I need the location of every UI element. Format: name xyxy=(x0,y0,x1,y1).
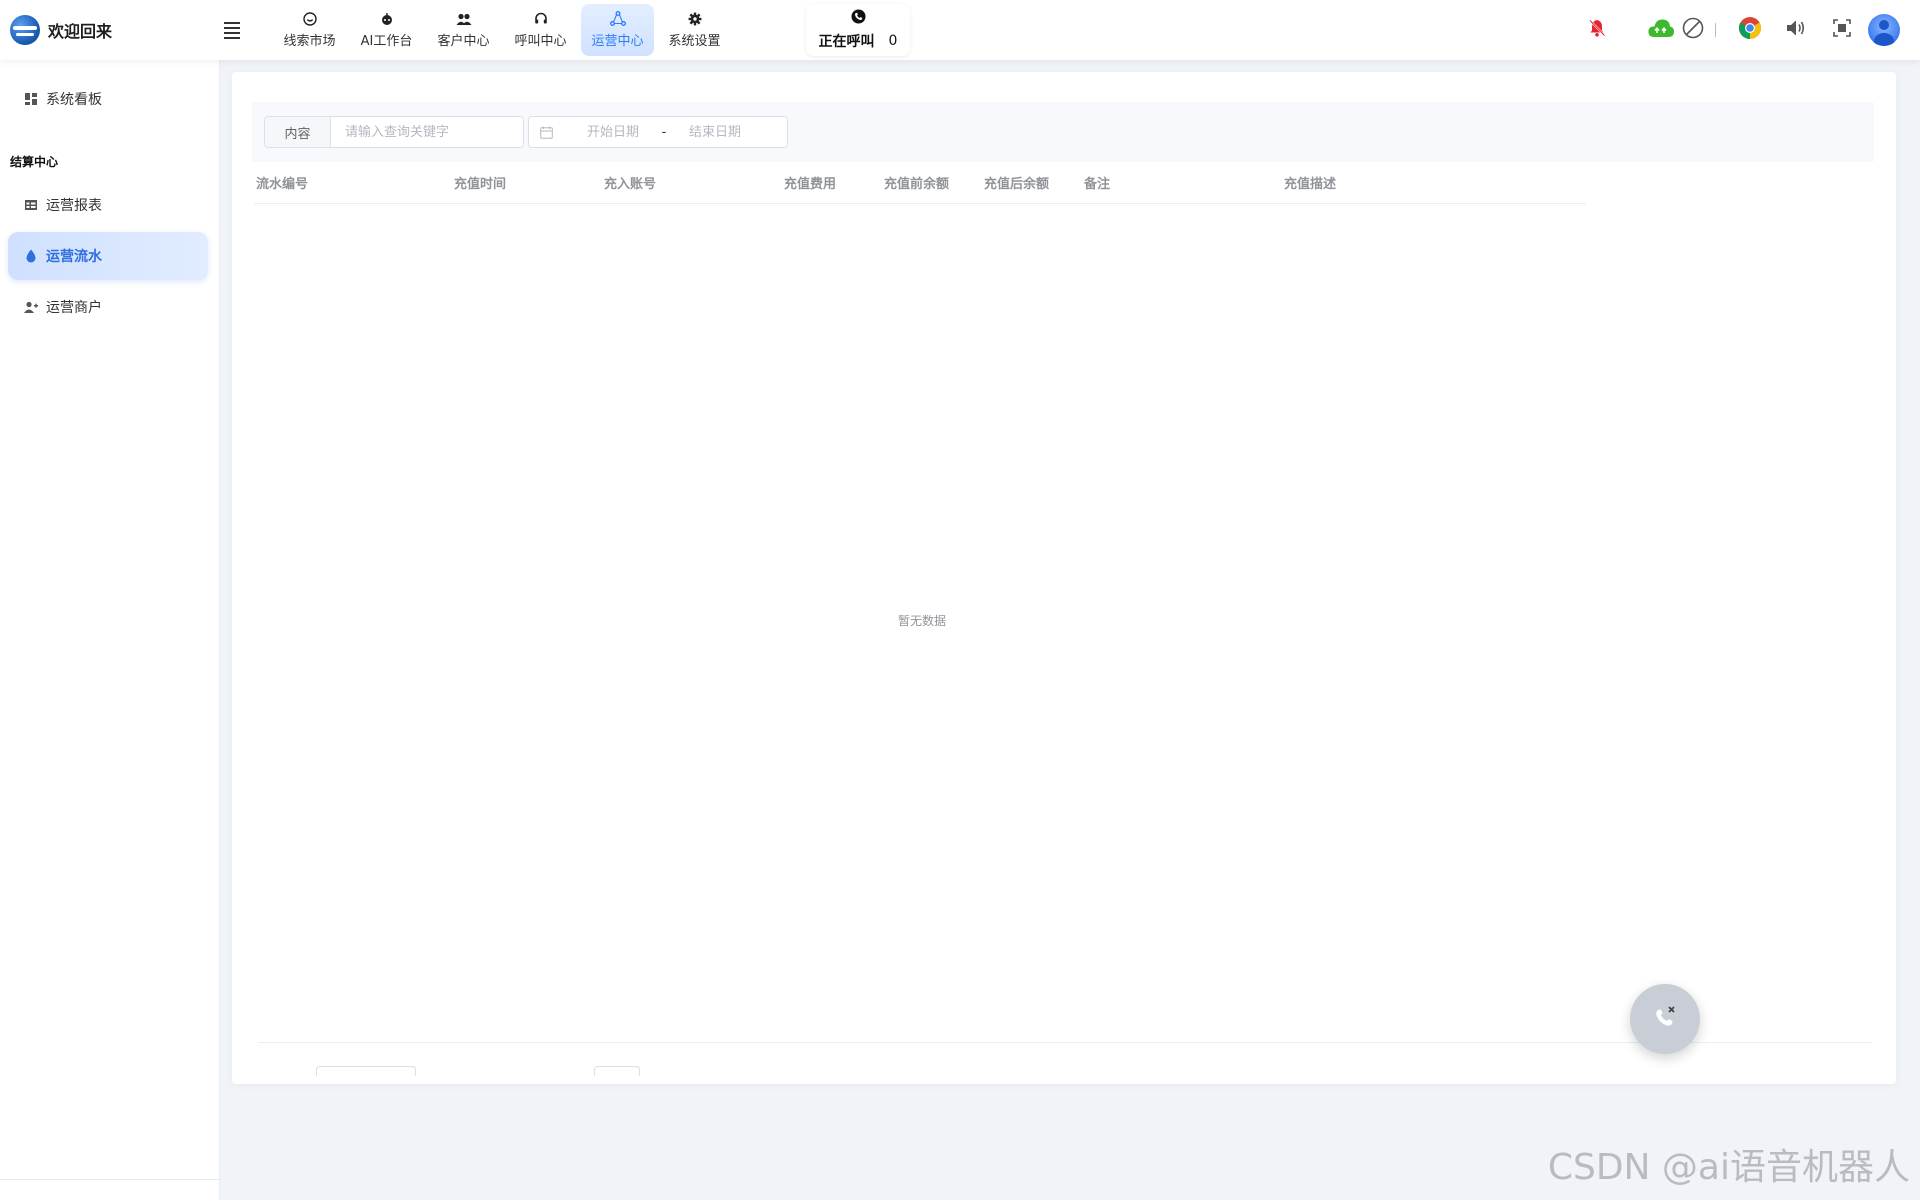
smile-circle-icon xyxy=(302,11,318,27)
header-tools xyxy=(1581,14,1900,46)
sidebar-group-settlement: 结算中心 xyxy=(10,155,59,169)
nav-label: 客户中心 xyxy=(437,34,490,49)
bell-muted-icon xyxy=(1587,18,1607,42)
calling-label: 正在呼叫 xyxy=(818,34,875,50)
app-logo xyxy=(10,15,40,45)
gear-icon xyxy=(687,11,703,27)
nav-label: 呼叫中心 xyxy=(514,34,567,49)
headset-icon xyxy=(533,11,549,27)
nav-item-customer-center[interactable]: 客户中心 xyxy=(427,4,500,56)
page-jump-input[interactable] xyxy=(594,1066,640,1076)
keyword-input[interactable] xyxy=(331,117,523,147)
top-bar: 欢迎回来 线索市场 AI工作台 客户中心 呼叫中心 运营中心 系统设置 正在呼叫… xyxy=(0,0,1920,60)
report-icon xyxy=(24,198,38,212)
nav-item-leads-market[interactable]: 线索市场 xyxy=(273,4,346,56)
cloud-sync-button[interactable] xyxy=(1645,14,1677,46)
fullscreen-button[interactable] xyxy=(1826,14,1858,46)
end-date-input[interactable] xyxy=(675,124,755,140)
start-date-input[interactable] xyxy=(573,124,653,140)
sidebar-item-operations-flow[interactable]: 运营流水 xyxy=(8,232,208,280)
ban-icon xyxy=(1682,17,1704,43)
chrome-icon xyxy=(1738,16,1762,44)
column-header[interactable]: 充值费用 xyxy=(784,166,836,204)
column-header[interactable]: 备注 xyxy=(1084,166,1110,204)
do-not-disturb-button[interactable] xyxy=(1677,14,1709,46)
brand: 欢迎回来 xyxy=(10,12,112,48)
drop-icon xyxy=(24,249,38,263)
sidebar-item-operations-report[interactable]: 运营报表 xyxy=(8,181,208,229)
notification-bell-button[interactable] xyxy=(1581,14,1613,46)
speaker-icon xyxy=(1785,18,1807,42)
users-icon xyxy=(456,11,472,27)
column-header[interactable]: 充值前余额 xyxy=(884,166,949,204)
app-title: 欢迎回来 xyxy=(48,22,113,41)
column-header[interactable]: 充入账号 xyxy=(604,166,656,204)
divider xyxy=(1715,23,1716,37)
nav-item-system-settings[interactable]: 系统设置 xyxy=(658,4,731,56)
nav-item-operations-center[interactable]: 运营中心 xyxy=(581,4,654,56)
cloud-upload-icon xyxy=(1647,17,1675,43)
phone-icon xyxy=(850,9,866,28)
keyword-search: 内容 xyxy=(264,116,524,148)
table-header: 流水编号 充值时间 充入账号 充值费用 充值前余额 充值后余额 备注 充值描述 xyxy=(254,166,1586,204)
nav-label: 系统设置 xyxy=(668,34,721,49)
network-icon xyxy=(609,11,626,27)
sidebar: 系统看板 结算中心 运营报表 运营流水 运营商户 xyxy=(0,60,220,1200)
column-header[interactable]: 充值描述 xyxy=(1284,166,1336,204)
top-nav: 线索市场 AI工作台 客户中心 呼叫中心 运营中心 系统设置 xyxy=(273,4,731,56)
main-card: 内容 - 流水编号 充值时间 充入账号 充值费用 充值前余额 充值后余额 备注 … xyxy=(232,72,1896,1084)
calendar-icon xyxy=(539,125,553,139)
sidebar-item-label: 系统看板 xyxy=(46,92,102,108)
range-separator: - xyxy=(661,124,667,140)
menu-toggle-button[interactable] xyxy=(220,18,244,42)
chrome-button[interactable] xyxy=(1734,14,1766,46)
nav-label: 线索市场 xyxy=(283,34,336,49)
merchant-icon xyxy=(24,300,38,314)
sidebar-item-label: 运营商户 xyxy=(46,300,102,316)
nav-label: AI工作台 xyxy=(360,34,413,49)
sidebar-item-label: 运营报表 xyxy=(46,198,102,214)
page-size-select[interactable] xyxy=(316,1066,416,1076)
column-header[interactable]: 充值时间 xyxy=(454,166,506,204)
calling-status[interactable]: 正在呼叫 0 xyxy=(806,4,910,56)
sidebar-item-dashboard[interactable]: 系统看板 xyxy=(8,75,208,123)
calling-count: 0 xyxy=(888,33,898,49)
sidebar-item-operations-merchant[interactable]: 运营商户 xyxy=(8,283,208,331)
divider xyxy=(0,1179,220,1180)
column-header[interactable]: 充值后余额 xyxy=(984,166,1049,204)
dashboard-icon xyxy=(24,92,38,106)
volume-button[interactable] xyxy=(1780,14,1812,46)
nav-item-call-center[interactable]: 呼叫中心 xyxy=(504,4,577,56)
empty-state-text: 暂无数据 xyxy=(897,614,946,628)
phone-hangup-icon xyxy=(1650,1002,1680,1036)
robot-icon xyxy=(379,11,395,27)
column-header[interactable]: 流水编号 xyxy=(256,166,308,204)
pagination-divider xyxy=(258,1042,1872,1043)
nav-item-ai-workbench[interactable]: AI工作台 xyxy=(350,4,423,56)
date-range-picker[interactable]: - xyxy=(528,116,788,148)
sidebar-item-label: 运营流水 xyxy=(46,249,102,265)
content-label: 内容 xyxy=(265,117,331,147)
fullscreen-icon xyxy=(1833,19,1851,41)
user-avatar[interactable] xyxy=(1868,14,1900,46)
hangup-call-button[interactable] xyxy=(1630,984,1700,1054)
nav-label: 运营中心 xyxy=(591,34,644,49)
filter-bar: 内容 - xyxy=(252,102,1874,162)
watermark-text: CSDN @ai语音机器人 xyxy=(1547,1147,1910,1188)
